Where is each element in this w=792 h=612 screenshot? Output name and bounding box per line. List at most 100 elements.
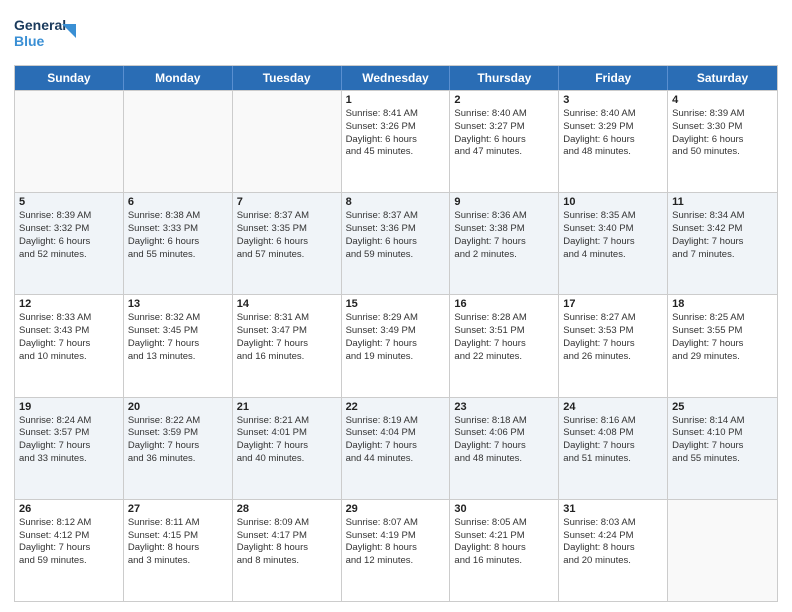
day-number: 14 [237,298,337,310]
svg-text:General: General [14,17,66,33]
day-number: 22 [346,401,446,413]
day-number: 21 [237,401,337,413]
day-content: Sunrise: 8:21 AM Sunset: 4:01 PM Dayligh… [237,415,309,464]
day-number: 30 [454,503,554,515]
day-number: 2 [454,94,554,106]
day-content: Sunrise: 8:36 AM Sunset: 3:38 PM Dayligh… [454,210,526,259]
day-content: Sunrise: 8:27 AM Sunset: 3:53 PM Dayligh… [563,312,635,361]
day-cell-1: 1 Sunrise: 8:41 AM Sunset: 3:26 PM Daylig… [342,91,451,192]
header-day-monday: Monday [124,66,233,90]
calendar-row-1: 1 Sunrise: 8:41 AM Sunset: 3:26 PM Daylig… [15,90,777,192]
logo-block: General Blue [14,10,84,59]
day-cell-27: 27Sunrise: 8:11 AM Sunset: 4:15 PM Dayli… [124,500,233,601]
day-content: Sunrise: 8:38 AM Sunset: 3:33 PM Dayligh… [128,210,200,259]
day-cell-31: 31 Sunrise: 8:03 AM Sunset: 4:24 PM Dayli… [559,500,668,601]
day-number: 17 [563,298,663,310]
day-cell-8: 8 Sunrise: 8:37 AM Sunset: 3:36 PM Daylig… [342,193,451,294]
day-content: Sunrise: 8:03 AM Sunset: 4:24 PM Dayligh… [563,517,635,566]
day-content: Sunrise: 8:40 AM Sunset: 3:29 PM Dayligh… [563,108,635,157]
day-number: 11 [672,196,773,208]
day-content: Sunrise: 8:07 AM Sunset: 4:19 PM Dayligh… [346,517,418,566]
day-number: 6 [128,196,228,208]
day-cell-15: 15 Sunrise: 8:29 AM Sunset: 3:49 PM Dayli… [342,295,451,396]
day-number: 3 [563,94,663,106]
day-content: Sunrise: 8:39 AM Sunset: 3:30 PM Dayligh… [672,108,744,157]
logo-svg: General Blue [14,10,84,54]
day-cell-22: 22Sunrise: 8:19 AM Sunset: 4:04 PM Dayli… [342,398,451,499]
day-cell-9: 9Sunrise: 8:36 AM Sunset: 3:38 PM Daylig… [450,193,559,294]
day-number: 19 [19,401,119,413]
day-cell-18: 18Sunrise: 8:25 AM Sunset: 3:55 PM Dayli… [668,295,777,396]
day-cell-11: 11Sunrise: 8:34 AM Sunset: 3:42 PM Dayli… [668,193,777,294]
day-content: Sunrise: 8:41 AM Sunset: 3:26 PM Dayligh… [346,108,418,157]
empty-cell [233,91,342,192]
day-content: Sunrise: 8:35 AM Sunset: 3:40 PM Dayligh… [563,210,635,259]
logo: General Blue [14,10,84,59]
calendar: SundayMondayTuesdayWednesdayThursdayFrid… [14,65,778,602]
empty-cell [15,91,124,192]
day-content: Sunrise: 8:32 AM Sunset: 3:45 PM Dayligh… [128,312,200,361]
day-number: 23 [454,401,554,413]
day-cell-6: 6 Sunrise: 8:38 AM Sunset: 3:33 PM Daylig… [124,193,233,294]
day-content: Sunrise: 8:09 AM Sunset: 4:17 PM Dayligh… [237,517,309,566]
day-cell-19: 19Sunrise: 8:24 AM Sunset: 3:57 PM Dayli… [15,398,124,499]
day-number: 7 [237,196,337,208]
calendar-header: SundayMondayTuesdayWednesdayThursdayFrid… [15,66,777,90]
empty-cell [124,91,233,192]
day-content: Sunrise: 8:29 AM Sunset: 3:49 PM Dayligh… [346,312,418,361]
day-cell-7: 7 Sunrise: 8:37 AM Sunset: 3:35 PM Daylig… [233,193,342,294]
day-number: 29 [346,503,446,515]
day-cell-13: 13 Sunrise: 8:32 AM Sunset: 3:45 PM Dayli… [124,295,233,396]
day-cell-14: 14 Sunrise: 8:31 AM Sunset: 3:47 PM Dayli… [233,295,342,396]
day-cell-20: 20Sunrise: 8:22 AM Sunset: 3:59 PM Dayli… [124,398,233,499]
day-cell-23: 23 Sunrise: 8:18 AM Sunset: 4:06 PM Dayli… [450,398,559,499]
day-cell-17: 17 Sunrise: 8:27 AM Sunset: 3:53 PM Dayli… [559,295,668,396]
day-cell-25: 25 Sunrise: 8:14 AM Sunset: 4:10 PM Dayli… [668,398,777,499]
calendar-row-2: 5 Sunrise: 8:39 AM Sunset: 3:32 PM Daylig… [15,192,777,294]
day-content: Sunrise: 8:37 AM Sunset: 3:36 PM Dayligh… [346,210,418,259]
day-cell-24: 24 Sunrise: 8:16 AM Sunset: 4:08 PM Dayli… [559,398,668,499]
header-day-sunday: Sunday [15,66,124,90]
day-cell-28: 28 Sunrise: 8:09 AM Sunset: 4:17 PM Dayli… [233,500,342,601]
day-number: 15 [346,298,446,310]
day-number: 27 [128,503,228,515]
day-cell-5: 5 Sunrise: 8:39 AM Sunset: 3:32 PM Daylig… [15,193,124,294]
day-content: Sunrise: 8:18 AM Sunset: 4:06 PM Dayligh… [454,415,526,464]
day-number: 20 [128,401,228,413]
day-content: Sunrise: 8:28 AM Sunset: 3:51 PM Dayligh… [454,312,526,361]
day-number: 18 [672,298,773,310]
day-number: 24 [563,401,663,413]
day-number: 13 [128,298,228,310]
day-number: 10 [563,196,663,208]
day-content: Sunrise: 8:14 AM Sunset: 4:10 PM Dayligh… [672,415,744,464]
day-number: 1 [346,94,446,106]
header-day-thursday: Thursday [450,66,559,90]
header-day-wednesday: Wednesday [342,66,451,90]
day-cell-30: 30Sunrise: 8:05 AM Sunset: 4:21 PM Dayli… [450,500,559,601]
header-day-saturday: Saturday [668,66,777,90]
day-number: 5 [19,196,119,208]
day-number: 16 [454,298,554,310]
calendar-row-3: 12Sunrise: 8:33 AM Sunset: 3:43 PM Dayli… [15,294,777,396]
day-number: 4 [672,94,773,106]
calendar-body: 1 Sunrise: 8:41 AM Sunset: 3:26 PM Daylig… [15,90,777,601]
day-content: Sunrise: 8:33 AM Sunset: 3:43 PM Dayligh… [19,312,91,361]
day-number: 31 [563,503,663,515]
day-cell-3: 3 Sunrise: 8:40 AM Sunset: 3:29 PM Daylig… [559,91,668,192]
calendar-row-4: 19Sunrise: 8:24 AM Sunset: 3:57 PM Dayli… [15,397,777,499]
page: General Blue SundayMondayTuesdayWednesda… [0,0,792,612]
day-content: Sunrise: 8:16 AM Sunset: 4:08 PM Dayligh… [563,415,635,464]
header-day-tuesday: Tuesday [233,66,342,90]
day-number: 28 [237,503,337,515]
day-content: Sunrise: 8:39 AM Sunset: 3:32 PM Dayligh… [19,210,91,259]
day-cell-12: 12Sunrise: 8:33 AM Sunset: 3:43 PM Dayli… [15,295,124,396]
calendar-row-5: 26Sunrise: 8:12 AM Sunset: 4:12 PM Dayli… [15,499,777,601]
day-content: Sunrise: 8:37 AM Sunset: 3:35 PM Dayligh… [237,210,309,259]
day-cell-4: 4 Sunrise: 8:39 AM Sunset: 3:30 PM Daylig… [668,91,777,192]
day-content: Sunrise: 8:40 AM Sunset: 3:27 PM Dayligh… [454,108,526,157]
day-number: 8 [346,196,446,208]
day-number: 25 [672,401,773,413]
day-content: Sunrise: 8:31 AM Sunset: 3:47 PM Dayligh… [237,312,309,361]
empty-cell [668,500,777,601]
day-cell-29: 29 Sunrise: 8:07 AM Sunset: 4:19 PM Dayli… [342,500,451,601]
